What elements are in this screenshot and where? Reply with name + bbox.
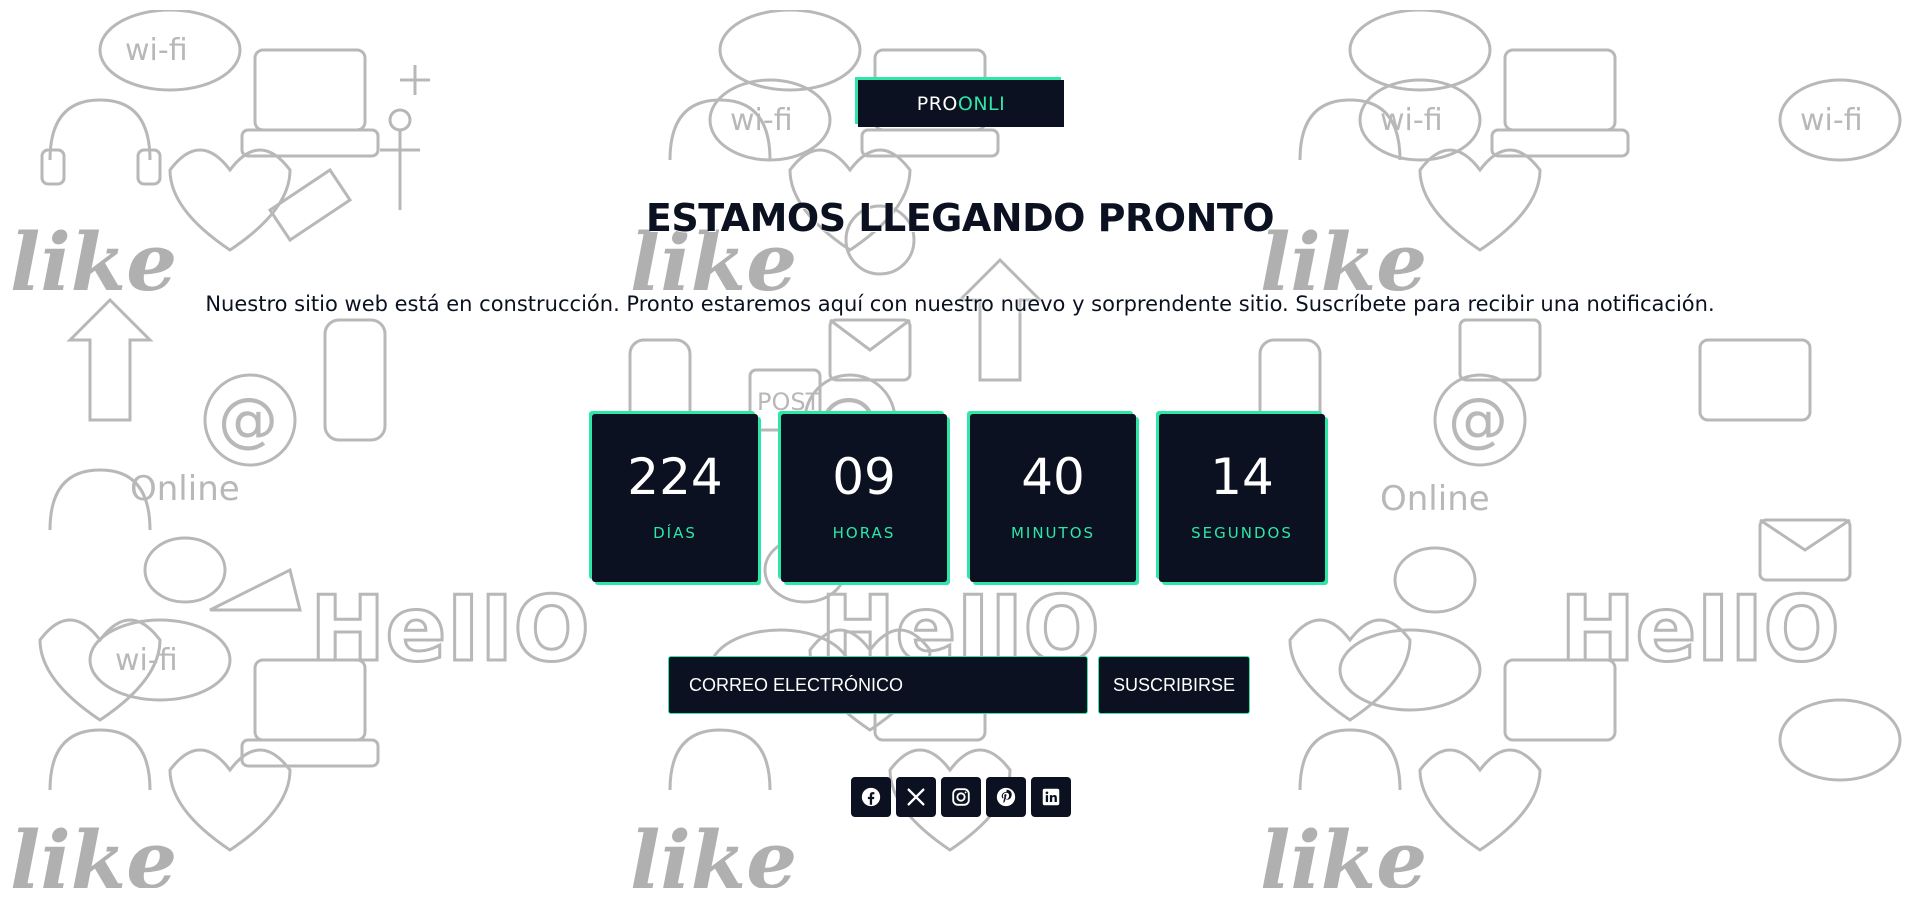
subscribe-form: SUSCRIBIRSE [668,656,1250,714]
subscribe-button[interactable]: SUSCRIBIRSE [1098,656,1250,714]
brand-logo[interactable]: PRO ONLI [858,80,1064,127]
facebook-link[interactable] [851,777,891,817]
linkedin-icon [1042,788,1060,806]
countdown-hours: 09 HORAS [781,414,947,582]
countdown-seconds-label: SEGUNDOS [1191,524,1293,542]
countdown-minutes-label: MINUTOS [1010,524,1096,542]
countdown-hours-value: 09 [832,448,896,506]
instagram-icon [952,788,970,806]
x-twitter-link[interactable] [896,777,936,817]
facebook-icon [861,787,881,807]
countdown-timer: 224 DÍAS 09 HORAS 40 MINUTOS 14 SEGUNDOS [592,414,1325,582]
coming-soon-page: PRO ONLI ESTAMOS LLEGANDO PRONTO Nuestro … [0,0,1920,898]
countdown-seconds: 14 SEGUNDOS [1159,414,1325,582]
linkedin-link[interactable] [1031,777,1071,817]
countdown-seconds-value: 14 [1210,448,1274,506]
x-twitter-icon [907,788,925,806]
email-input[interactable] [668,656,1088,714]
countdown-days: 224 DÍAS [592,414,758,582]
countdown-days-value: 224 [627,448,723,506]
pinterest-icon [996,787,1016,807]
countdown-minutes: 40 MINUTOS [970,414,1136,582]
page-subtitle: Nuestro sitio web está en construcción. … [205,292,1715,316]
countdown-hours-label: HORAS [832,524,896,542]
instagram-link[interactable] [941,777,981,817]
logo-text-white: PRO [916,92,958,115]
countdown-minutes-value: 40 [1021,448,1085,506]
countdown-days-label: DÍAS [653,524,697,542]
pinterest-link[interactable] [986,777,1026,817]
social-links [851,777,1071,817]
logo-text-accent: ONLI [957,92,1006,115]
page-title: ESTAMOS LLEGANDO PRONTO [645,196,1275,240]
